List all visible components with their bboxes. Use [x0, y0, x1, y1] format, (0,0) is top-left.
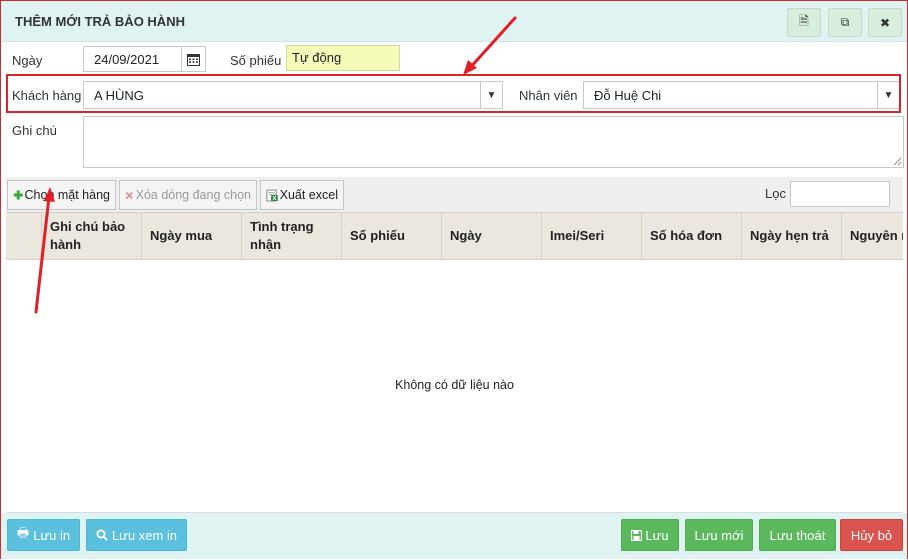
save-exit-button[interactable]: Lưu thoát	[759, 519, 836, 551]
save-preview-label: Lưu xem in	[111, 527, 178, 543]
close-button[interactable]: ✖	[868, 8, 902, 37]
delete-selected-label: Xóa dòng đang chọn	[135, 188, 251, 202]
save-new-label: Lưu mới	[694, 527, 744, 543]
export-excel-label: Xuất excel	[279, 188, 338, 202]
warranty-return-dialog: THÊM MỚI TRẢ BẢO HÀNH 🗎 ⧉ ✖ Ngày 24/09/2…	[0, 0, 908, 559]
column-header[interactable]: Ngày hẹn trả	[742, 213, 842, 259]
grid-body: Không có dữ liệu nào	[6, 260, 903, 513]
close-icon: ✖	[879, 15, 891, 30]
choose-items-button[interactable]: Chọn mặt hàng	[7, 180, 116, 210]
document-button[interactable]: 🗎	[787, 8, 821, 37]
voucher-number-field[interactable]: Tự động	[286, 45, 400, 71]
delete-x-icon	[125, 191, 133, 199]
grid-header: Ghi chú bảo hành Ngày mua Tình trạng nhậ…	[6, 212, 903, 260]
cancel-label: Hủy bỏ	[850, 527, 893, 543]
voucher-label: Số phiếu	[230, 53, 282, 68]
column-header[interactable]: Tình trạng nhận	[242, 213, 342, 259]
document-icon: 🗎	[799, 14, 809, 28]
delete-selected-row-button[interactable]: Xóa dòng đang chọn	[119, 180, 257, 210]
save-preview-button[interactable]: Lưu xem in	[86, 519, 187, 551]
search-icon	[96, 529, 108, 541]
save-label: Lưu	[645, 527, 669, 543]
save-print-button[interactable]: 🖶 Lưu in	[7, 519, 80, 551]
copy-icon: ⧉	[840, 15, 850, 29]
dialog-title: THÊM MỚI TRẢ BẢO HÀNH	[15, 14, 185, 29]
column-header[interactable]: Ngày mua	[142, 213, 242, 259]
excel-icon: X	[266, 189, 278, 202]
column-header[interactable]: Ngày	[442, 213, 542, 259]
print-icon: 🖶	[16, 525, 30, 540]
calendar-icon	[187, 53, 200, 66]
dialog-footer: 🖶 Lưu in Lưu xem in Lưu Lưu mới Lưu thoá…	[1, 513, 907, 559]
grid-toolbar: Chọn mặt hàng Xóa dòng đang chọn X Xuất …	[6, 177, 903, 212]
date-value: 24/09/2021	[94, 52, 160, 67]
calendar-button[interactable]	[181, 47, 205, 71]
column-header[interactable]: Ghi chú bảo hành	[42, 213, 142, 259]
resize-handle-icon[interactable]	[893, 157, 902, 166]
save-print-label: Lưu in	[33, 527, 71, 543]
save-button[interactable]: Lưu	[621, 519, 679, 551]
column-header[interactable]: Số phiếu	[342, 213, 442, 259]
column-header[interactable]: Số hóa đơn	[642, 213, 742, 259]
annotation-highlight-box	[6, 74, 901, 113]
filter-label: Lọc	[765, 186, 786, 201]
voucher-number-value: Tự động	[292, 50, 342, 65]
plus-icon	[13, 190, 23, 200]
row-selector-column	[6, 213, 42, 259]
date-label: Ngày	[12, 53, 43, 68]
column-header[interactable]: Imei/Seri	[542, 213, 642, 259]
copy-button[interactable]: ⧉	[828, 8, 862, 37]
cancel-button[interactable]: Hủy bỏ	[840, 519, 903, 551]
floppy-disk-icon	[631, 529, 643, 541]
filter-input[interactable]	[790, 181, 890, 207]
date-field[interactable]: 24/09/2021	[83, 46, 206, 72]
dialog-titlebar: THÊM MỚI TRẢ BẢO HÀNH 🗎 ⧉ ✖	[1, 1, 907, 42]
note-textarea[interactable]	[83, 116, 904, 168]
column-header[interactable]: Nguyên nhân	[842, 213, 903, 259]
save-new-button[interactable]: Lưu mới	[685, 519, 753, 551]
choose-items-label: Chọn mặt hàng	[24, 188, 110, 202]
empty-grid-message: Không có dữ liệu nào	[395, 378, 514, 392]
export-excel-button[interactable]: X Xuất excel	[260, 180, 344, 210]
svg-text:X: X	[272, 196, 276, 202]
save-exit-label: Lưu thoát	[769, 527, 826, 543]
note-label: Ghi chú	[12, 123, 57, 138]
